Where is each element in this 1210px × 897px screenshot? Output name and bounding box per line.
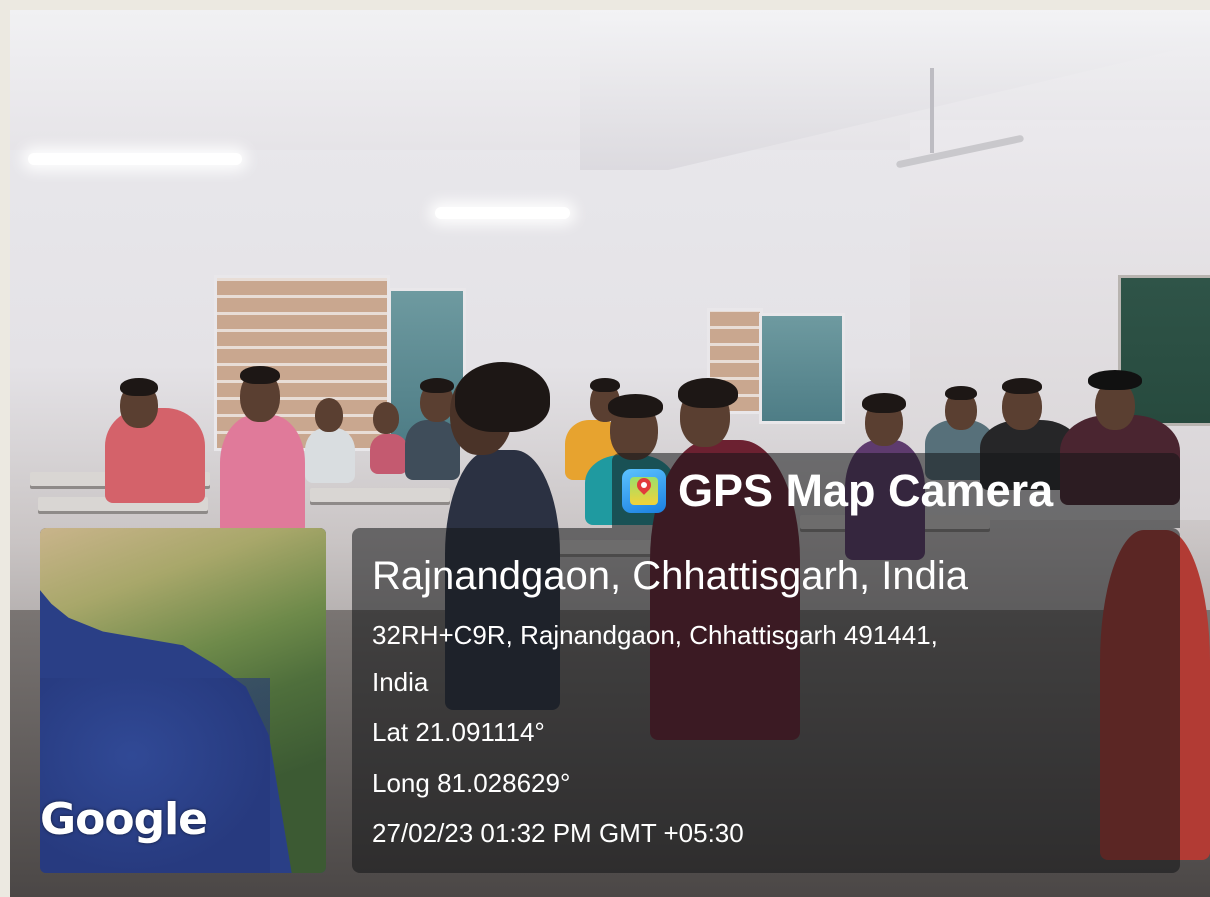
- app-brand-header: GPS Map Camera: [612, 453, 1180, 528]
- map-thumbnail: Google: [40, 528, 326, 873]
- longitude-text: Long 81.028629°: [372, 768, 571, 798]
- location-title: Rajnandgaon, Chhattisgarh, India: [372, 554, 968, 598]
- app-name: GPS Map Camera: [678, 464, 1054, 516]
- gps-map-camera-icon: [622, 468, 666, 513]
- desk: [310, 488, 450, 502]
- google-watermark: Google: [40, 794, 208, 845]
- address-line-1: 32RH+C9R, Rajnandgaon, Chhattisgarh 4914…: [372, 620, 938, 650]
- latitude-text: Lat 21.091114°: [372, 717, 545, 747]
- tube-light: [28, 153, 242, 165]
- window-glass: [759, 313, 845, 424]
- address-line-2: India: [372, 667, 429, 697]
- tube-light: [435, 207, 570, 219]
- ceiling-fan-rod: [930, 68, 934, 153]
- datetime-text: 27/02/23 01:32 PM GMT +05:30: [372, 818, 744, 848]
